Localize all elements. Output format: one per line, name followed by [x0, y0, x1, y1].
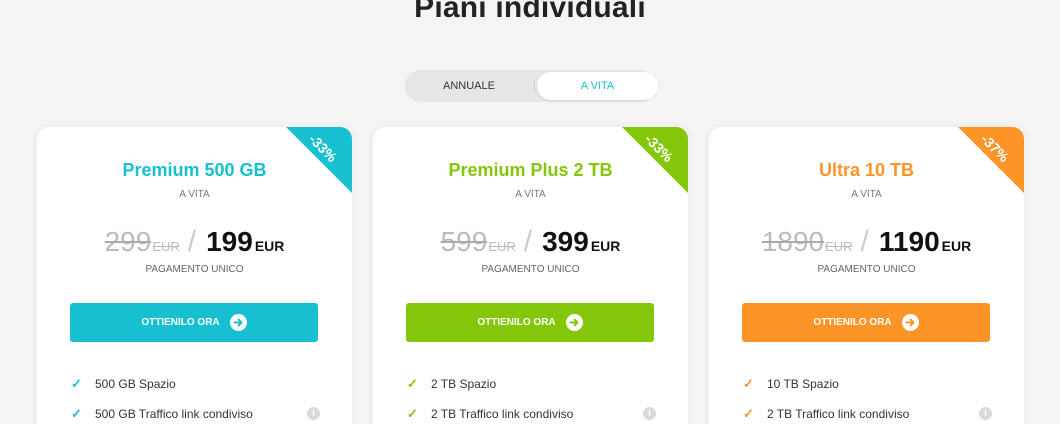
price-row: 1890 EUR / 1190 EUR — [709, 225, 1024, 259]
cta-label: OTTIENILO ORA — [141, 317, 220, 328]
payment-type: PAGAMENTO UNICO — [817, 264, 916, 275]
feature-item: ✓ 500 GB Spazio — [71, 376, 176, 392]
get-it-now-button[interactable]: OTTIENILO ORA — [742, 303, 990, 342]
new-currency: EUR — [941, 238, 972, 254]
feature-label: 500 GB Spazio — [95, 377, 176, 391]
feature-item: ✓ 2 TB Traffico link condiviso — [743, 406, 909, 422]
page-title: Piani individuali — [414, 0, 646, 24]
arrow-right-circle-icon — [229, 314, 247, 331]
old-price: 299 — [104, 226, 152, 257]
new-price: 199 — [206, 226, 253, 257]
old-currency: EUR — [825, 239, 853, 254]
old-price: 599 — [440, 226, 488, 257]
plan-name: Premium Plus 2 TB — [448, 160, 613, 180]
plan-card-ultra-10tb: -37% Ultra 10 TB A VITA 1890 EUR / 1190 … — [709, 127, 1024, 424]
check-icon: ✓ — [407, 406, 418, 421]
check-icon: ✓ — [407, 376, 418, 391]
check-icon: ✓ — [743, 376, 754, 391]
old-price: 1890 — [761, 226, 825, 257]
check-icon: ✓ — [743, 406, 754, 421]
plan-name: Ultra 10 TB — [818, 160, 915, 180]
check-icon: ✓ — [71, 406, 82, 421]
check-icon: ✓ — [71, 376, 82, 391]
feature-label: 10 TB Spazio — [767, 377, 839, 391]
new-price: 1190 — [878, 226, 940, 257]
arrow-right-circle-icon — [901, 314, 919, 331]
new-price: 399 — [542, 226, 589, 257]
info-icon[interactable]: i — [307, 407, 320, 420]
plan-period: A VITA — [851, 189, 882, 200]
plan-name: Premium 500 GB — [122, 160, 267, 180]
toggle-annual[interactable]: ANNUALE — [405, 70, 533, 102]
price-row: 599 EUR / 399 EUR — [373, 225, 688, 259]
arrow-right-circle-icon — [565, 314, 583, 331]
get-it-now-button[interactable]: OTTIENILO ORA — [406, 303, 654, 342]
feature-item: ✓ 2 TB Traffico link condiviso — [407, 406, 573, 422]
plan-card-premium-500: -33% Premium 500 GB A VITA 299 EUR / 199… — [37, 127, 352, 424]
price-separator: / — [187, 225, 197, 258]
info-icon[interactable]: i — [979, 407, 992, 420]
new-currency: EUR — [590, 238, 621, 254]
toggle-divider — [534, 79, 535, 93]
payment-type: PAGAMENTO UNICO — [145, 264, 244, 275]
pricing-page: Piani individuali ANNUALE A VITA -33% Pr… — [0, 0, 1060, 424]
feature-item: ✓ 500 GB Traffico link condiviso — [71, 406, 253, 422]
plan-card-premium-plus-2tb: -33% Premium Plus 2 TB A VITA 599 EUR / … — [373, 127, 688, 424]
cta-label: OTTIENILO ORA — [813, 317, 892, 328]
feature-label: 2 TB Spazio — [431, 377, 497, 391]
old-currency: EUR — [488, 239, 516, 254]
feature-label: 500 GB Traffico link condiviso — [95, 407, 253, 421]
feature-label: 2 TB Traffico link condiviso — [767, 407, 910, 421]
price-row: 299 EUR / 199 EUR — [37, 225, 352, 259]
plan-period: A VITA — [179, 189, 210, 200]
price-separator: / — [860, 225, 869, 258]
billing-toggle[interactable]: ANNUALE A VITA — [405, 70, 658, 102]
feature-label: 2 TB Traffico link condiviso — [431, 407, 574, 421]
cta-label: OTTIENILO ORA — [477, 317, 556, 328]
feature-item: ✓ 10 TB Spazio — [743, 376, 839, 392]
price-separator: / — [523, 225, 533, 258]
new-currency: EUR — [254, 238, 285, 254]
info-icon[interactable]: i — [643, 407, 656, 420]
payment-type: PAGAMENTO UNICO — [481, 264, 580, 275]
feature-item: ✓ 2 TB Spazio — [407, 376, 496, 392]
plan-period: A VITA — [515, 189, 546, 200]
toggle-lifetime[interactable]: A VITA — [537, 72, 658, 100]
get-it-now-button[interactable]: OTTIENILO ORA — [70, 303, 318, 342]
old-currency: EUR — [152, 239, 180, 254]
